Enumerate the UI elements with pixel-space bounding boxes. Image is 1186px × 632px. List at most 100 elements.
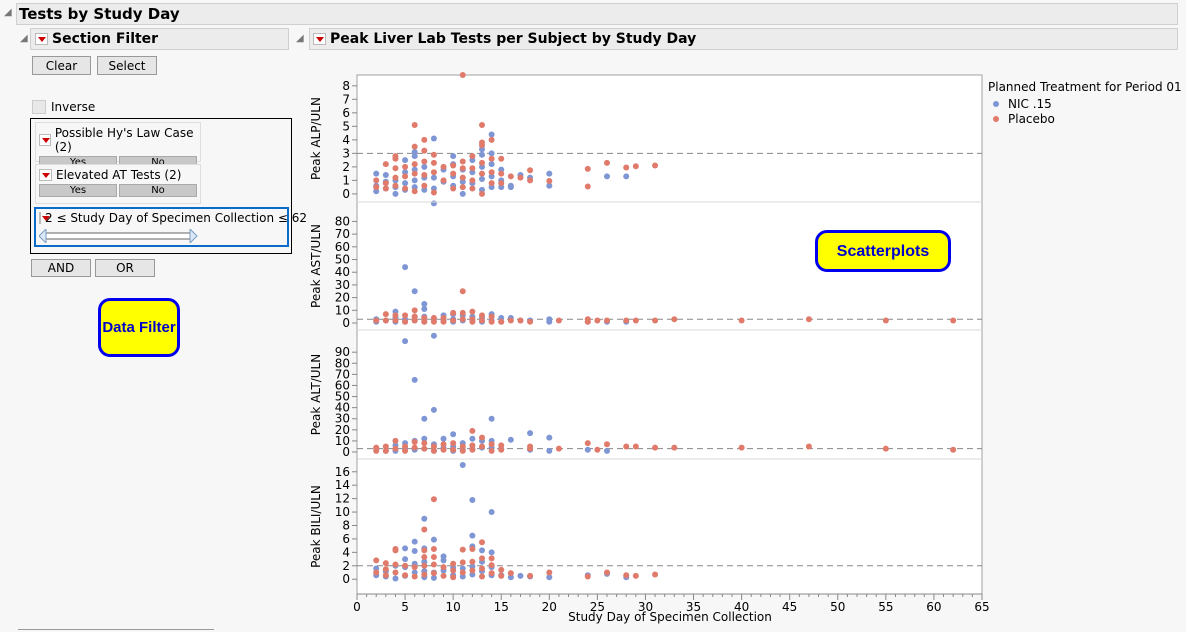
- y-tick-label: 30: [335, 278, 350, 292]
- and-button[interactable]: AND: [31, 259, 91, 277]
- data-point-placebo: [421, 571, 428, 578]
- y-tick-label: 0: [342, 187, 350, 201]
- filter-group: Possible Hy's Law Case (2) Yes No Elevate…: [30, 118, 307, 254]
- collapse-triangle-icon[interactable]: ◢: [296, 33, 304, 44]
- data-point-placebo: [527, 167, 534, 174]
- data-point-nic: [421, 163, 428, 170]
- data-point-placebo: [450, 309, 457, 316]
- data-point-nic: [459, 462, 466, 469]
- data-point-placebo: [469, 185, 476, 192]
- data-point-placebo: [392, 165, 399, 172]
- red-triangle-menu-icon[interactable]: [39, 212, 50, 224]
- data-point-placebo: [440, 163, 447, 170]
- data-point-placebo: [430, 447, 437, 454]
- data-point-placebo: [555, 445, 562, 452]
- data-point-nic: [507, 436, 514, 443]
- red-triangle-menu-icon[interactable]: [35, 33, 48, 45]
- data-point-placebo: [459, 569, 466, 576]
- data-point-placebo: [479, 121, 485, 128]
- data-point-placebo: [479, 159, 485, 166]
- legend-item-nic[interactable]: NIC .15: [993, 97, 1182, 111]
- data-point-placebo: [469, 546, 476, 552]
- data-point-placebo: [421, 440, 428, 447]
- data-point-placebo: [488, 447, 495, 454]
- data-point-placebo: [604, 569, 610, 576]
- red-triangle-menu-icon[interactable]: [39, 169, 52, 181]
- data-point-placebo: [488, 562, 495, 569]
- y-axis-label: Peak BILI/ULN: [309, 485, 323, 568]
- data-point-placebo: [392, 182, 399, 189]
- data-point-placebo: [440, 177, 447, 184]
- filter-study-day-range: 2 ≤ Study Day of Specimen Collection ≤ 6…: [34, 207, 307, 247]
- range-slider[interactable]: [39, 229, 199, 243]
- red-triangle-menu-icon[interactable]: [313, 33, 326, 45]
- data-point-placebo: [459, 559, 466, 566]
- slider-max-handle[interactable]: [189, 229, 198, 243]
- data-point-placebo: [555, 317, 562, 324]
- data-point-placebo: [671, 316, 678, 323]
- yes-button[interactable]: Yes: [39, 184, 117, 197]
- data-point-placebo: [382, 161, 389, 168]
- data-point-placebo: [450, 567, 457, 574]
- data-point-placebo: [421, 147, 428, 154]
- data-point-placebo: [421, 554, 428, 561]
- data-point-placebo: [450, 574, 457, 581]
- y-tick-label: 90: [335, 345, 350, 359]
- data-point-placebo: [411, 121, 418, 128]
- legend-item-placebo[interactable]: Placebo: [993, 112, 1182, 126]
- slider-min-handle[interactable]: [39, 229, 47, 243]
- or-button[interactable]: OR: [95, 259, 155, 277]
- data-point-nic: [411, 548, 418, 555]
- no-button[interactable]: No: [119, 184, 197, 197]
- collapse-triangle-icon[interactable]: ◢: [4, 7, 12, 18]
- inverse-checkbox[interactable]: [32, 100, 46, 114]
- data-point-placebo: [738, 317, 745, 324]
- clear-button[interactable]: Clear: [32, 56, 91, 75]
- data-point-placebo: [488, 155, 495, 162]
- range-label: 2 ≤ Study Day of Specimen Collection ≤ 6…: [45, 211, 308, 225]
- data-point-nic: [430, 200, 437, 207]
- data-point-placebo: [584, 318, 591, 325]
- select-button[interactable]: Select: [97, 56, 157, 75]
- data-point-placebo: [411, 143, 418, 150]
- data-point-placebo: [402, 163, 409, 170]
- report-title-bar: Tests by Study Day: [16, 3, 1178, 25]
- slider-track: [44, 232, 192, 240]
- red-triangle-menu-icon[interactable]: [39, 134, 51, 146]
- data-point-nic: [450, 431, 457, 438]
- x-tick-label: 15: [494, 600, 509, 614]
- data-point-placebo: [450, 170, 457, 177]
- data-point-placebo: [440, 446, 447, 453]
- data-point-placebo: [479, 443, 485, 450]
- data-point-placebo: [527, 177, 534, 184]
- legend-label: NIC .15: [1008, 97, 1052, 111]
- data-filter-callout: Data Filter: [98, 298, 180, 357]
- data-point-placebo: [652, 444, 659, 451]
- data-point-placebo: [450, 317, 457, 324]
- data-point-placebo: [671, 444, 678, 451]
- data-point-placebo: [527, 572, 534, 579]
- data-point-nic: [546, 170, 553, 177]
- data-point-placebo: [421, 526, 428, 533]
- data-point-nic: [517, 572, 524, 579]
- y-tick-label: 10: [335, 505, 350, 519]
- x-tick-label: 45: [782, 600, 797, 614]
- data-point-placebo: [421, 182, 428, 189]
- x-tick-label: 5: [401, 600, 409, 614]
- data-point-placebo: [382, 560, 389, 567]
- data-point-placebo: [421, 171, 428, 178]
- data-point-placebo: [623, 317, 630, 324]
- data-point-nic: [488, 549, 495, 556]
- data-point-placebo: [382, 185, 389, 192]
- data-point-placebo: [594, 317, 601, 324]
- data-point-placebo: [392, 155, 399, 162]
- collapse-triangle-icon[interactable]: ◢: [20, 33, 28, 44]
- report-title: Tests by Study Day: [19, 5, 180, 23]
- data-point-placebo: [594, 446, 601, 453]
- data-point-placebo: [392, 174, 399, 181]
- y-tick-label: 4: [342, 545, 350, 559]
- data-point-placebo: [411, 188, 418, 195]
- y-axis-label: Peak ALP/ULN: [309, 97, 323, 180]
- data-point-nic: [546, 318, 553, 325]
- data-point-placebo: [479, 317, 485, 324]
